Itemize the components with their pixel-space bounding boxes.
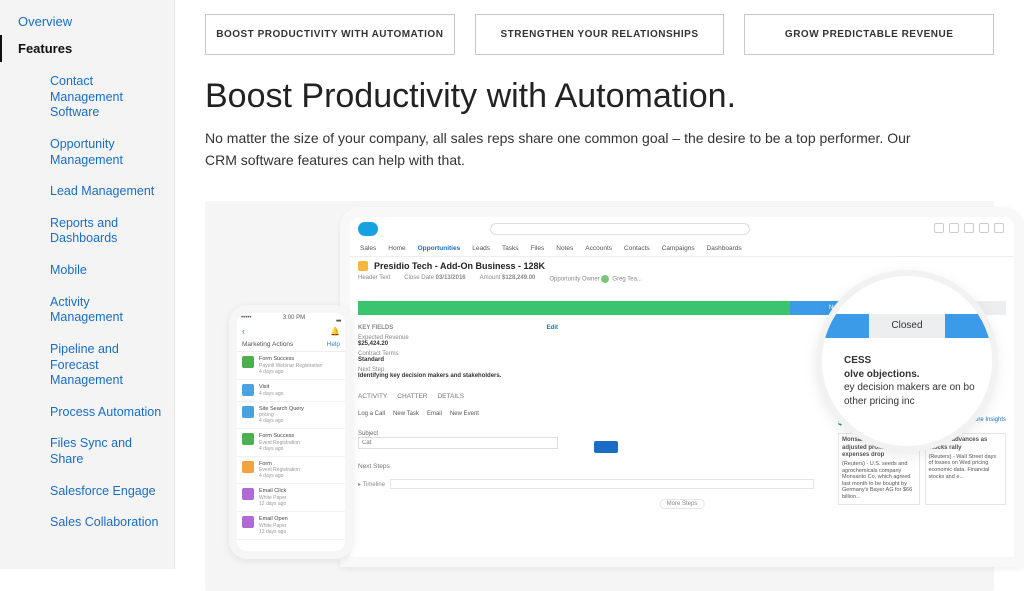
sidebar-item-activity-management[interactable]: Activity Management [32,287,174,334]
header-icon [979,223,989,233]
opportunity-icon [358,261,368,271]
magnifier-callout: Closed CESS olve objections. ey decision… [816,270,998,452]
nav-campaigns: Campaigns [662,245,695,252]
save-button [594,441,618,453]
sidebar-item-salesforce-engage[interactable]: Salesforce Engage [32,476,174,508]
phone-list-item: Form SuccessEvent Registration4 days ago [237,429,345,457]
meta-header: Header Text [358,275,390,283]
nav-notes: Notes [556,245,573,252]
nav-accounts: Accounts [585,245,612,252]
phone-list: Form SuccessPayroll Webinar Registration… [237,352,345,539]
back-icon: ‹ [242,326,245,336]
sidebar-features-active[interactable]: Features [0,35,174,62]
sidebar-item-opportunity-management[interactable]: Opportunity Management [32,129,174,176]
activity-type-icon [242,488,254,500]
timeline-row: ▸ Timeline [358,477,814,491]
phone-mock: •••••3:00 PM▂ ‹🔔 Marketing ActionsHelp F… [229,305,353,559]
nav-dashboards: Dashboards [707,245,742,252]
subject-input [358,437,558,449]
sidebar-item-lead-management[interactable]: Lead Management [32,176,174,208]
mag-stage-blue-2 [945,314,989,338]
activity-type-icon [242,433,254,445]
phone-list-item: Email OpenWhite Paper12 days ago [237,512,345,540]
sidebar-overview[interactable]: Overview [0,8,174,35]
mag-stage-closed: Closed [869,314,944,338]
sidebar-item-pipeline-forecast[interactable]: Pipeline and Forecast Management [32,334,174,397]
nav-opportunities: Opportunities [418,245,461,252]
nav-home: Home [388,245,405,252]
sidebar-sublist: Contact Management Software Opportunity … [0,62,174,539]
app-nav: Sales Home Opportunities Leads Tasks Fil… [350,241,1014,257]
global-search-input [490,223,750,235]
salesforce-logo-icon [358,222,378,236]
sidebar: Overview Features Contact Management Sof… [0,0,175,569]
nav-sales: Sales [360,245,376,252]
avatar [601,275,609,283]
next-steps-label: Next Steps [358,463,390,470]
header-icon [949,223,959,233]
product-illustration: Sales Home Opportunities Leads Tasks Fil… [205,201,994,591]
activity-type-icon [242,384,254,396]
activity-type-icon [242,516,254,528]
nav-leads: Leads [472,245,490,252]
phone-list-item: Email ClickWhite Paper12 days ago [237,484,345,512]
activity-type-icon [242,356,254,368]
page-headline: Boost Productivity with Automation. [205,77,994,116]
mag-stage-blue [825,314,869,338]
more-steps: More Steps [660,499,705,509]
key-fields: KEY FIELDSEdit Expected Revenue$25,424.2… [358,325,558,383]
record-title: Presidio Tech - Add-On Business - 128K [374,261,545,271]
tab-boost-productivity[interactable]: BOOST PRODUCTIVITY WITH AUTOMATION [205,14,455,55]
bell-icon: 🔔 [330,327,340,336]
activity-type-icon [242,406,254,418]
nav-tasks: Tasks [502,245,519,252]
sidebar-item-process-automation[interactable]: Process Automation [32,397,174,429]
header-icons [934,223,1004,233]
page-body: No matter the size of your company, all … [205,128,925,171]
sidebar-item-reports-dashboards[interactable]: Reports and Dashboards [32,208,174,255]
header-icon [934,223,944,233]
sidebar-item-contact-management[interactable]: Contact Management Software [32,66,174,129]
nav-files: Files [531,245,545,252]
phone-list-item: Form SuccessPayroll Webinar Registration… [237,352,345,380]
phone-list-item: Site Search Querypricing4 days ago [237,402,345,430]
subject-row: Subject [358,431,598,449]
activity-type-icon [242,461,254,473]
header-icon [964,223,974,233]
feature-tabs: BOOST PRODUCTIVITY WITH AUTOMATION STREN… [205,14,994,55]
sidebar-item-files-sync-share[interactable]: Files Sync and Share [32,428,174,475]
tab-grow-revenue[interactable]: GROW PREDICTABLE REVENUE [744,14,994,55]
nav-contacts: Contacts [624,245,650,252]
activity-tabs: Log a CallNew TaskEmailNew Event [358,411,479,417]
detail-tabs: ACTIVITYCHATTERDETAILS [358,393,464,400]
main-content: BOOST PRODUCTIVITY WITH AUTOMATION STREN… [175,0,1024,569]
phone-list-item: Visit4 days ago [237,380,345,402]
phone-list-item: FormEvent Registration4 days ago [237,457,345,485]
sidebar-item-sales-collaboration[interactable]: Sales Collaboration [32,507,174,539]
header-icon [994,223,1004,233]
sidebar-item-mobile[interactable]: Mobile [32,255,174,287]
tab-strengthen-relationships[interactable]: STRENGTHEN YOUR RELATIONSHIPS [475,14,725,55]
